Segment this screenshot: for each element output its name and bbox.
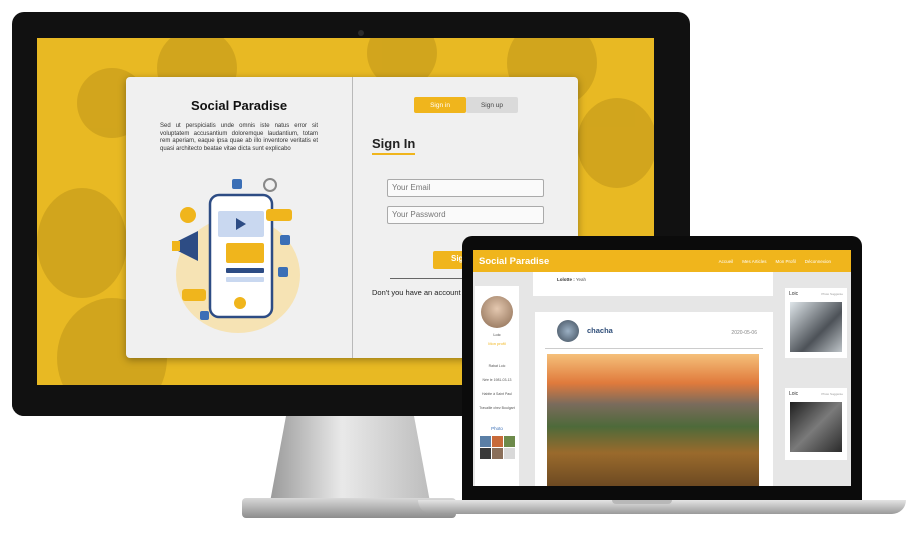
webcam <box>358 30 364 36</box>
nav-my-articles[interactable]: Mes Articles <box>742 259 766 264</box>
suggestion-image[interactable] <box>790 402 842 452</box>
profile-work: Travaille chez Boulgart <box>479 406 515 410</box>
suggestion-name: Loic <box>789 291 799 297</box>
suggestion-image[interactable] <box>790 302 842 352</box>
tab-sign-in[interactable]: Sign in <box>414 97 466 113</box>
nav-brand[interactable]: Social Paradise <box>479 256 549 267</box>
macbook-screen: Social Paradise Accueil Mes Articles Mon… <box>473 250 851 486</box>
profile-sidebar: Loic Mon profil Rabat Loic Née le 1981-0… <box>475 286 519 486</box>
post-image <box>547 354 759 486</box>
comment-box: Lolotte : Yeah <box>533 272 773 296</box>
profile-city: Habite à Saint Paul <box>482 392 512 396</box>
comment-author: Lolotte : <box>557 277 575 282</box>
macbook-notch <box>612 500 672 504</box>
post-card: chacha 2020-05-06 <box>535 312 773 486</box>
photo-thumb[interactable] <box>492 448 503 459</box>
auth-tabs: Sign in Sign up <box>414 97 518 113</box>
top-nav: Social Paradise Accueil Mes Articles Mon… <box>473 250 851 272</box>
post-author[interactable]: chacha <box>587 326 613 335</box>
nav-logout[interactable]: Déconnexion <box>805 259 831 264</box>
suggestion-label: Photo Suggérée <box>821 292 843 296</box>
password-field[interactable]: Your Password <box>387 206 544 224</box>
profile-fullname: Rabat Loic <box>488 364 506 368</box>
phone-illustration <box>172 178 300 333</box>
brand-description: Sed ut perspiciatis unde omnis iste natu… <box>160 123 318 152</box>
email-field[interactable]: Your Email <box>387 179 544 197</box>
photo-thumb[interactable] <box>480 436 491 447</box>
photo-thumb[interactable] <box>504 436 515 447</box>
suggestion-card: Loic Photo Suggérée <box>785 388 847 460</box>
suggestion-label: Photo Suggérée <box>821 392 843 396</box>
card-divider <box>352 77 353 358</box>
photo-thumb[interactable] <box>480 448 491 459</box>
nav-my-profile[interactable]: Mon Profil <box>775 259 795 264</box>
post-separator <box>545 348 763 349</box>
comment-text: Yeah <box>575 277 587 282</box>
tab-sign-up[interactable]: Sign up <box>466 97 518 113</box>
form-title: Sign In <box>372 136 416 155</box>
device-mockup: Social Paradise Sed ut perspiciatis unde… <box>0 0 914 536</box>
brand-title: Social Paradise <box>190 98 288 113</box>
photo-thumb[interactable] <box>504 448 515 459</box>
nav-home[interactable]: Accueil <box>719 259 734 264</box>
comment: Lolotte : Yeah <box>557 277 586 282</box>
profile-link[interactable]: Mon profil <box>475 341 519 346</box>
suggestion-name: Loic <box>789 391 799 397</box>
photo-title: Photo <box>491 426 503 431</box>
suggestion-card: Loic Photo Suggérée <box>785 288 847 358</box>
profile-birthdate: Née le 1981-03-13 <box>482 378 512 382</box>
photo-grid <box>480 436 516 459</box>
post-date: 2020-05-06 <box>731 330 757 336</box>
profile-name: Loic <box>493 332 501 337</box>
nav-links: Accueil Mes Articles Mon Profil Déconnex… <box>719 259 831 264</box>
imac-stand <box>270 416 430 502</box>
post-avatar <box>557 320 579 342</box>
photo-thumb[interactable] <box>492 436 503 447</box>
avatar <box>481 296 513 328</box>
